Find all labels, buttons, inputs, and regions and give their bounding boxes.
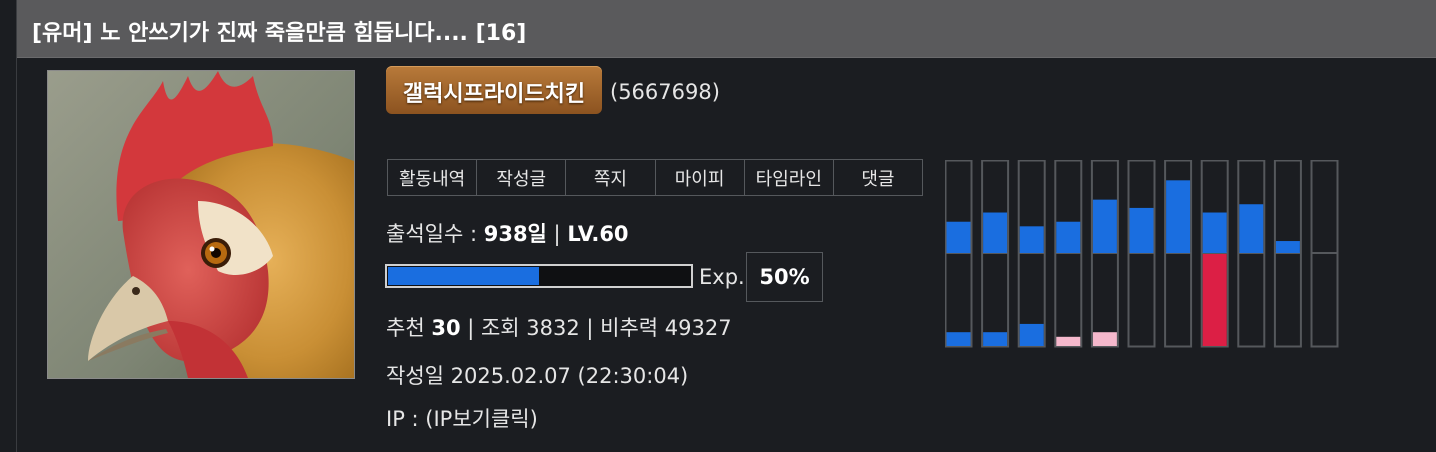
chart-bar-upper	[946, 221, 971, 253]
tab-mypi[interactable]: 마이피	[656, 160, 745, 195]
author-nickname-badge[interactable]: 갤럭시프라이드치킨	[386, 66, 602, 114]
chart-bar-upper	[1129, 207, 1154, 253]
tab-posts[interactable]: 작성글	[477, 160, 567, 195]
author-avatar[interactable]	[47, 70, 355, 379]
chart-bar-lower	[1056, 336, 1081, 346]
attendance-line: 출석일수 : 938일 | LV.60	[386, 218, 629, 248]
ip-view-link[interactable]: IP : (IP보기클릭)	[386, 403, 538, 433]
chart-bar-lower	[983, 332, 1008, 346]
level-value: LV.60	[567, 222, 629, 246]
exp-label: Exp.	[699, 265, 745, 289]
tab-comments[interactable]: 댓글	[834, 160, 922, 195]
post-title[interactable]: [유머] 노 안쓰기가 진짜 죽을만큼 힘듭니다.... [16]	[32, 15, 526, 47]
chart-bar-upper	[1166, 180, 1191, 253]
chart-bar-lower	[1092, 332, 1117, 346]
tab-activity[interactable]: 활동내역	[388, 160, 478, 195]
chart-bar-lower	[1202, 254, 1227, 346]
chart-bar-upper	[1202, 212, 1227, 253]
tab-timeline[interactable]: 타임라인	[745, 160, 834, 195]
author-nickname: 갤럭시프라이드치킨	[402, 82, 586, 107]
chart-bar-upper	[1056, 221, 1081, 253]
exp-progress-bar	[385, 264, 693, 288]
post-date: 작성일 2025.02.07 (22:30:04)	[386, 364, 689, 388]
separator: |	[546, 222, 568, 246]
chart-bar-upper	[983, 212, 1008, 253]
chart-bar-lower	[1019, 323, 1044, 346]
attendance-value: 938일	[483, 222, 547, 246]
activity-bar-chart	[945, 160, 1339, 348]
chart-bar-upper	[1239, 204, 1264, 253]
exp-progress-fill	[388, 267, 539, 285]
views-and-downvotes: | 조회 3832 | 비추력 49327	[460, 316, 732, 340]
chart-bar-upper	[1092, 199, 1117, 253]
exp-percent: 50%	[746, 252, 823, 302]
chart-bar-lower	[946, 332, 971, 346]
author-user-id: (5667698)	[610, 80, 720, 104]
tab-message[interactable]: 쪽지	[566, 160, 656, 195]
stats-line: 추천 30 | 조회 3832 | 비추력 49327	[386, 312, 732, 342]
profile-tabs: 활동내역 작성글 쪽지 마이피 타임라인 댓글	[387, 159, 923, 196]
rooster-avatar-image	[48, 71, 354, 378]
chart-bar-upper	[1275, 241, 1300, 253]
attendance-label: 출석일수 :	[386, 222, 484, 246]
left-divider	[16, 0, 17, 452]
chart-bar-upper	[1019, 226, 1044, 253]
recommend-value: 30	[431, 316, 461, 340]
recommend-label: 추천	[386, 316, 432, 340]
